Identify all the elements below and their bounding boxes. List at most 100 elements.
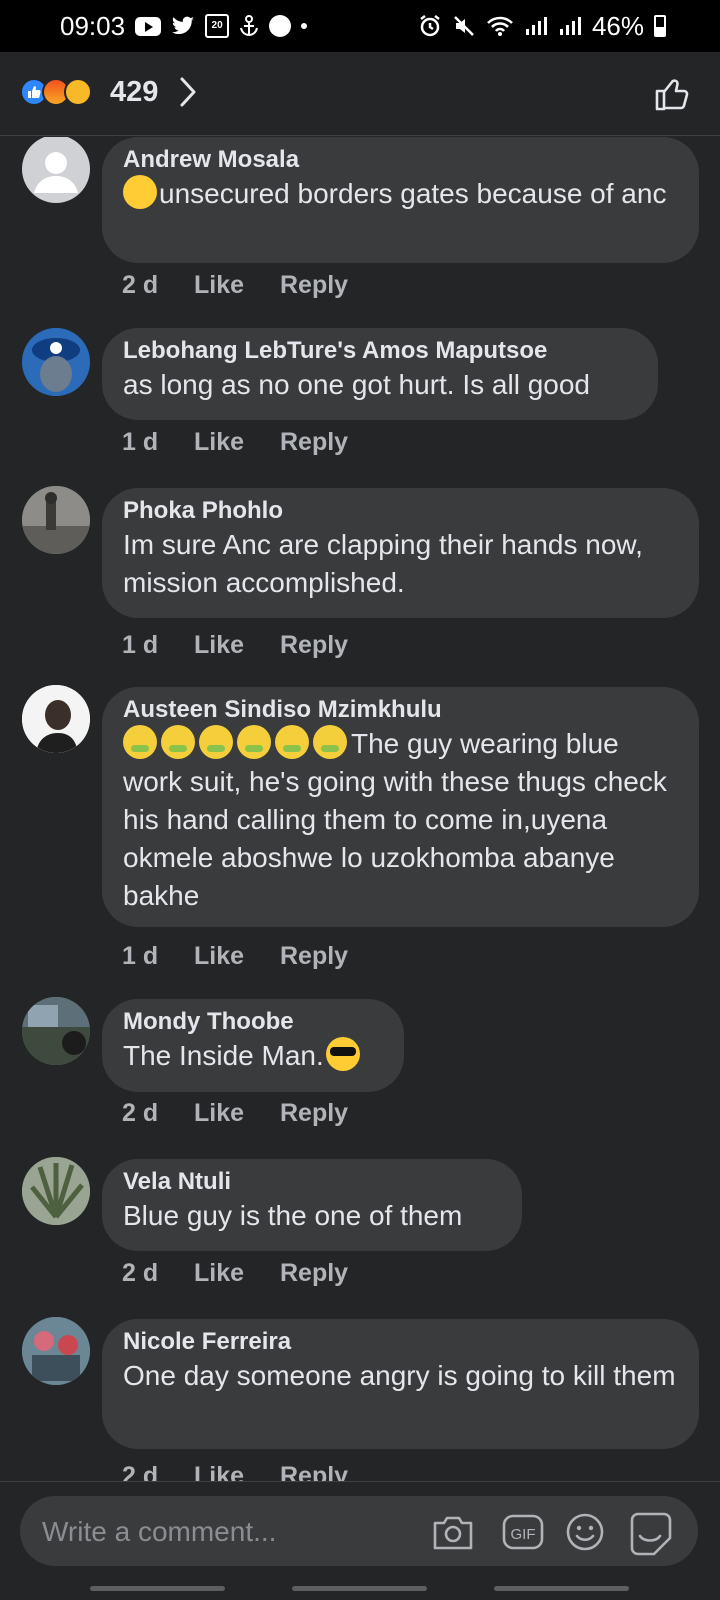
reply-button[interactable]: Reply [280,271,348,300]
comment-age: 1 d [122,631,159,659]
notification-dot [301,23,308,29]
comment-text-content: The guy wearing blue work suit, he's goi… [123,728,667,911]
calendar-icon: 20 [205,14,230,38]
reply-button[interactable]: Reply [280,631,348,660]
sick-face-icon [275,725,309,759]
comment-text: unsecured borders gates because of anc [123,175,677,213]
nav-gesture-bar[interactable] [494,1586,629,1591]
sticker-icon[interactable] [628,1512,672,1556]
comment-author[interactable]: Phoka Phohlo [123,496,677,526]
comment-age: 2 d [122,1099,159,1127]
comment-bubble[interactable]: Nicole Ferreira One day someone angry is… [102,1319,699,1449]
comments-list[interactable]: Andrew Mosala unsecured borders gates be… [0,137,720,1481]
comment-input[interactable]: Write a comment... GIF [20,1496,698,1566]
clock: 09:03 [60,10,126,41]
like-button[interactable]: Like [194,428,280,457]
like-button[interactable]: Like [194,271,280,300]
gif-label: GIF [511,1526,536,1543]
youtube-icon [135,16,162,36]
signal-icon [524,15,548,37]
chevron-right-icon[interactable] [178,76,198,113]
like-thumb-icon[interactable] [654,76,692,117]
nav-gesture-bar[interactable] [292,1586,427,1591]
status-bar: 09:03 20 46% [0,0,720,52]
nav-gesture-bar[interactable] [90,1586,225,1591]
comment-text: One day someone angry is going to kill t… [123,1360,676,1391]
thinking-face-icon [123,175,157,209]
comment-bubble[interactable]: Andrew Mosala unsecured borders gates be… [102,137,699,263]
camera-icon[interactable] [432,1512,474,1552]
sick-face-icon [237,725,271,759]
reply-button[interactable]: Reply [280,942,348,971]
comment-bubble[interactable]: Lebohang LebTure's Amos Maputsoe as long… [102,328,658,420]
alarm-icon [418,14,442,38]
comment-author[interactable]: Andrew Mosala [123,145,677,175]
twitter-icon [171,16,195,36]
sick-face-icon [199,725,233,759]
comment-age: 2 d [122,271,159,299]
avatar[interactable] [22,137,90,203]
comment-input-placeholder: Write a comment... [42,1516,277,1547]
comment-actions: 2 d Like Reply [122,1259,348,1288]
avatar[interactable] [22,685,90,753]
comment-author[interactable]: Vela Ntuli [123,1167,500,1197]
sick-face-icon [313,725,347,759]
signal-icon-2 [558,15,582,37]
reply-button[interactable]: Reply [280,428,348,457]
like-button[interactable]: Like [194,1462,280,1481]
emoji-icon[interactable] [564,1512,606,1552]
avatar[interactable] [22,486,90,554]
comment-bubble[interactable]: Mondy Thoobe The Inside Man. [102,999,404,1092]
comment-author[interactable]: Nicole Ferreira [123,1327,677,1357]
avatar[interactable] [22,328,90,396]
avatar[interactable] [22,1157,90,1225]
comment-actions: 2 d Like Reply [122,271,348,300]
like-button[interactable]: Like [194,631,280,660]
gif-icon[interactable]: GIF [502,1512,544,1552]
sad-reaction-icon [64,78,92,106]
comment-bubble[interactable]: Vela Ntuli Blue guy is the one of them [102,1159,522,1251]
anchor-icon [239,15,259,37]
comment-bubble[interactable]: Phoka Phohlo Im sure Anc are clapping th… [102,488,699,618]
comment-author[interactable]: Mondy Thoobe [123,1007,382,1037]
like-button[interactable]: Like [194,942,280,971]
reply-button[interactable]: Reply [280,1259,348,1288]
comment-age: 1 d [122,428,159,456]
comment-actions: 2 d Like Reply [122,1099,348,1128]
reaction-icons[interactable] [20,78,92,106]
like-button[interactable]: Like [194,1099,280,1128]
avatar[interactable] [22,997,90,1065]
like-button[interactable]: Like [194,1259,280,1288]
reply-button[interactable]: Reply [280,1462,348,1481]
mute-icon [452,14,476,38]
sunglasses-face-icon [325,1037,360,1071]
comment-actions: 2 d Like Reply [122,1462,348,1481]
battery-icon [654,15,666,37]
sick-face-icon [161,725,195,759]
comment-text: The guy wearing blue work suit, he's goi… [123,725,677,915]
sick-face-icon [123,725,157,759]
comment-age: 2 d [122,1462,159,1481]
comment-text: Blue guy is the one of them [123,1200,463,1231]
reactions-header: 429 [0,52,720,136]
avatar[interactable] [22,1317,90,1385]
comment-actions: 1 d Like Reply [122,428,348,457]
comment-actions: 1 d Like Reply [122,631,348,660]
reply-button[interactable]: Reply [280,1099,348,1128]
comment-age: 2 d [122,1259,159,1287]
comment-bubble[interactable]: Austeen Sindiso Mzimkhulu The guy wearin… [102,687,699,927]
comment-author[interactable]: Austeen Sindiso Mzimkhulu [123,695,677,725]
wifi-icon [486,15,514,37]
comment-text: as long as no one got hurt. Is all good [123,369,590,400]
reaction-count[interactable]: 429 [110,76,158,109]
comment-author[interactable]: Lebohang LebTure's Amos Maputsoe [123,336,636,366]
comment-text-content: unsecured borders gates because of anc [159,178,667,209]
battery-percent: 46% [591,10,644,41]
comment-composer: Write a comment... GIF [0,1481,720,1600]
messenger-icon [269,15,292,37]
comment-age: 1 d [122,942,159,970]
comment-text-content: The Inside Man. [123,1040,324,1071]
comment-text: Im sure Anc are clapping their hands now… [123,529,643,598]
comment-text: The Inside Man. [123,1037,382,1075]
comment-actions: 1 d Like Reply [122,942,348,971]
